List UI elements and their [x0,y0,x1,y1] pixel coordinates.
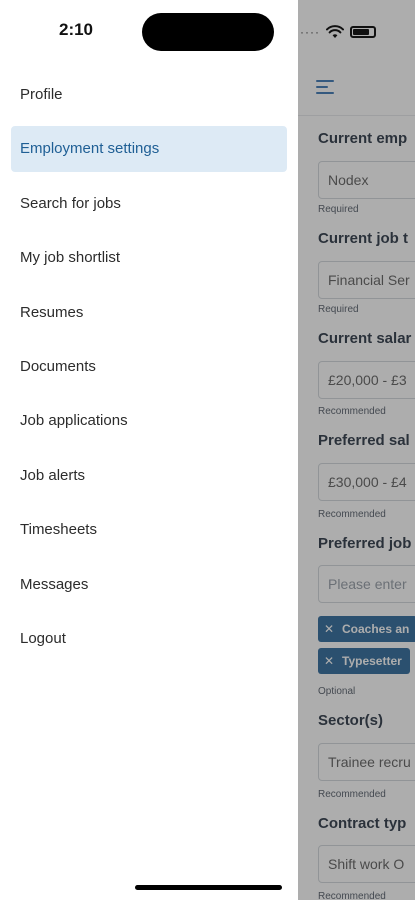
drawer-item-search-for-jobs[interactable]: Search for jobs [11,181,287,227]
battery-icon [349,26,376,38]
drawer-item-profile[interactable]: Profile [11,72,287,118]
drawer-item-job-applications[interactable]: Job applications [11,398,287,444]
drawer-item-timesheets[interactable]: Timesheets [11,507,287,553]
drawer-item-job-alerts[interactable]: Job alerts [11,453,287,499]
navigation-drawer: 2:10 Profile Employment settings Search … [0,0,298,900]
drawer-item-documents[interactable]: Documents [11,344,287,390]
signal-dots-icon: ···· [300,25,320,39]
wifi-icon [325,25,344,38]
drawer-backdrop[interactable] [298,0,415,900]
status-indicators: ···· [300,22,376,42]
home-indicator [135,885,282,890]
drawer-item-resumes[interactable]: Resumes [11,290,287,336]
drawer-item-messages[interactable]: Messages [11,562,287,608]
drawer-item-my-job-shortlist[interactable]: My job shortlist [11,235,287,281]
dynamic-island [142,13,274,51]
status-time: 2:10 [58,20,94,39]
drawer-item-logout[interactable]: Logout [11,616,287,662]
drawer-item-employment-settings[interactable]: Employment settings [11,126,287,172]
